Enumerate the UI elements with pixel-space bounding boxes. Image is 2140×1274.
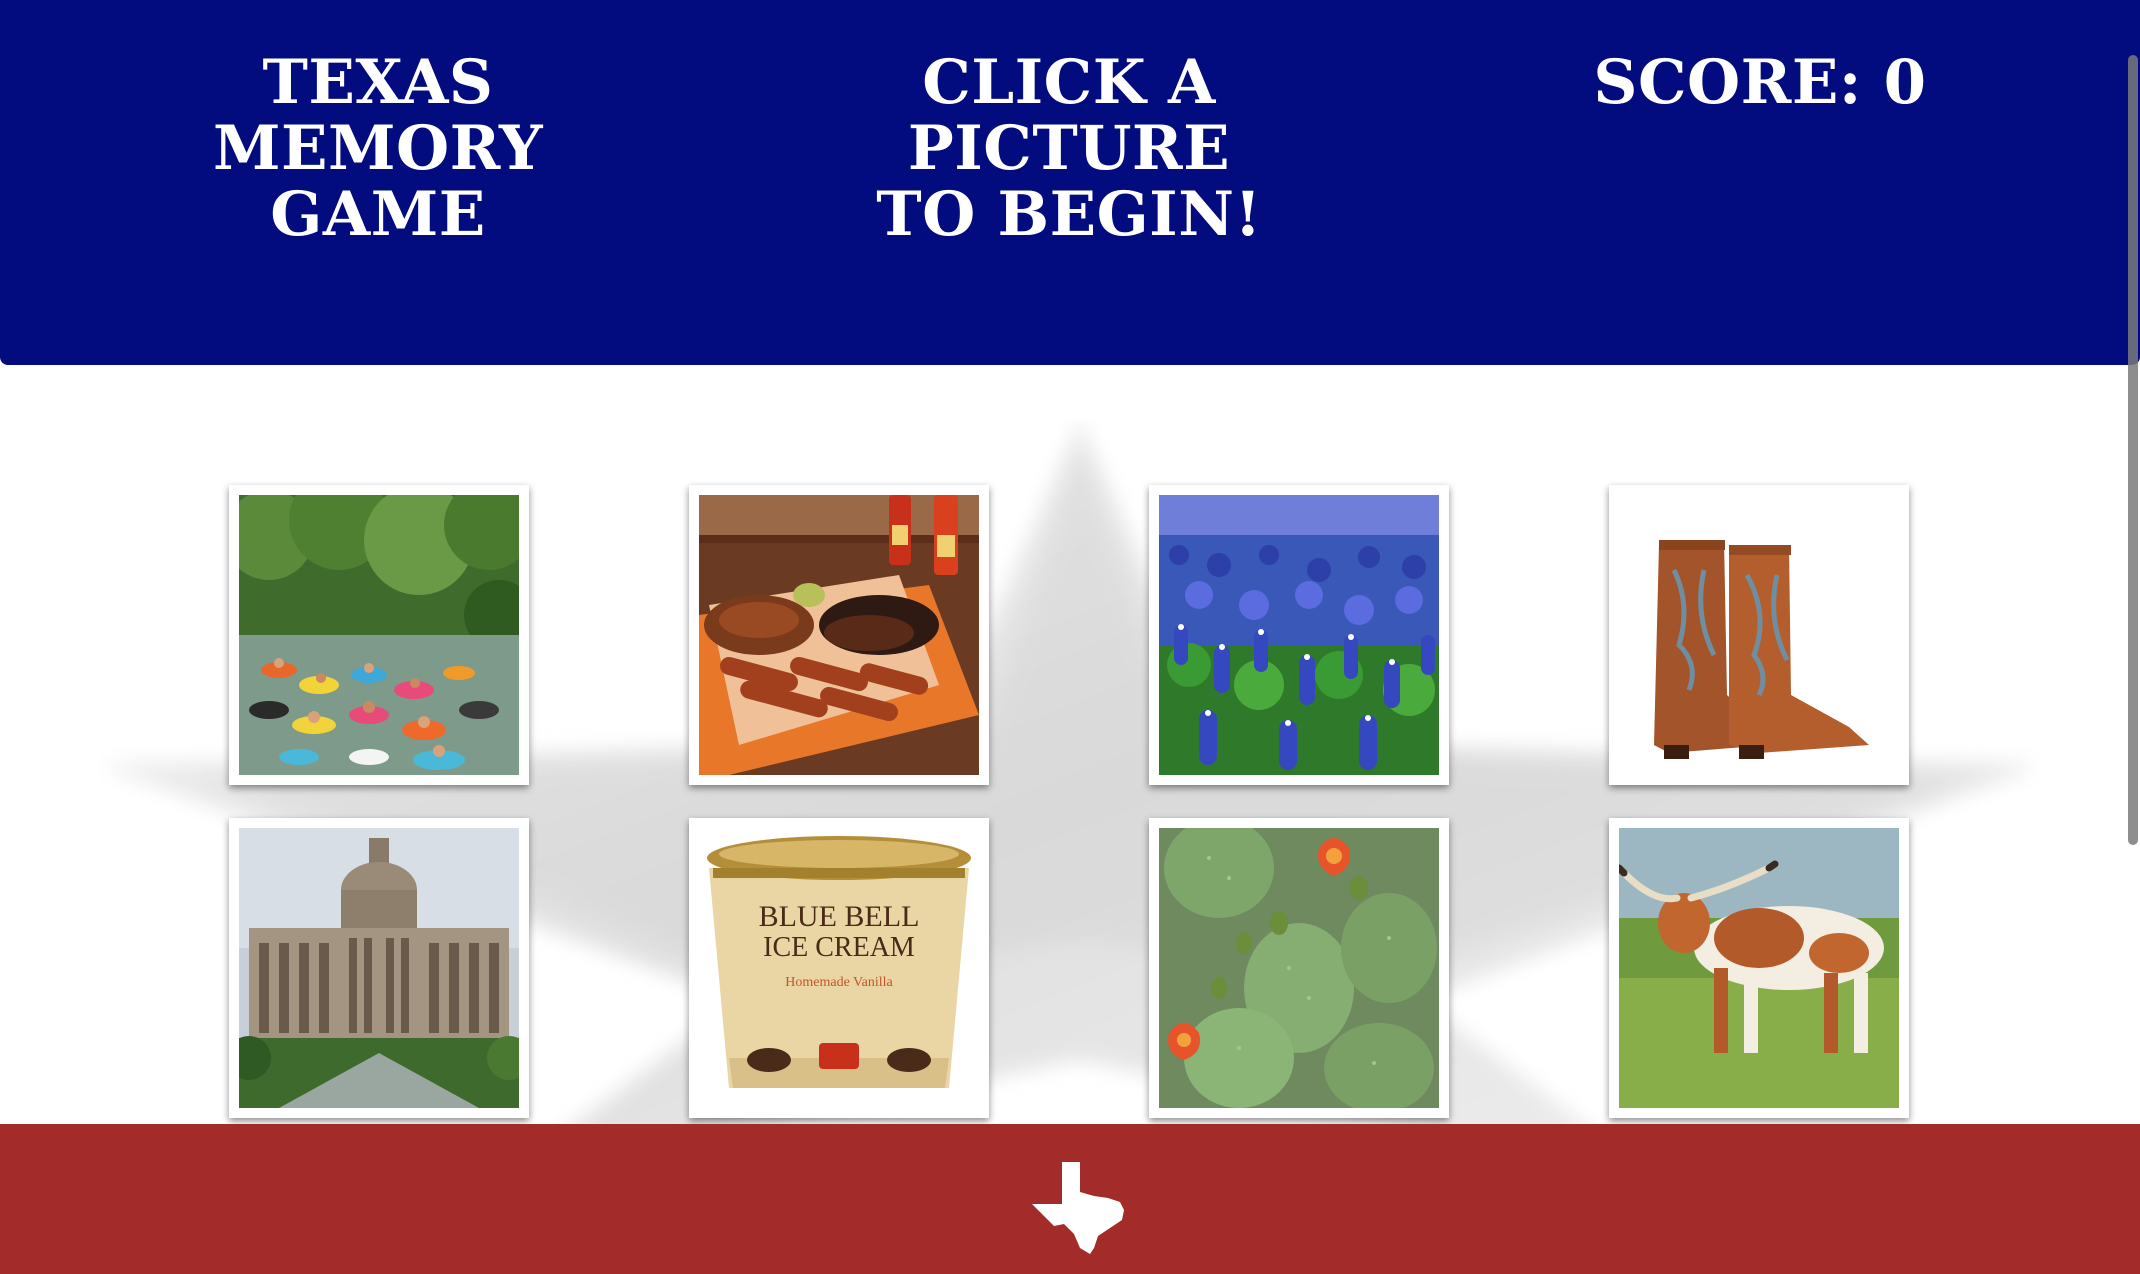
card-cowboy-boots[interactable]	[1609, 485, 1909, 785]
card-river-tubing[interactable]	[229, 485, 529, 785]
game-title: TEXAS MEMORY GAME	[98, 50, 658, 248]
header-bar: TEXAS MEMORY GAME CLICK A PICTURE TO BEG…	[0, 0, 2140, 365]
card-prickly-pear-cactus[interactable]	[1149, 818, 1449, 1118]
game-title-line-1: TEXAS MEMORY	[212, 47, 544, 184]
card-texas-bbq[interactable]	[689, 485, 989, 785]
blue-bell-ice-cream-image: BLUE BELL ICE CREAM Homemade Vanilla	[699, 828, 979, 1108]
svg-text:BLUE BELL: BLUE BELL	[759, 900, 920, 933]
card-bluebonnets[interactable]	[1149, 485, 1449, 785]
card-texas-longhorn[interactable]	[1609, 818, 1909, 1118]
river-tubing-image	[239, 495, 519, 775]
scrollbar-thumb[interactable]	[2128, 55, 2138, 845]
texas-longhorn-image	[1619, 828, 1899, 1108]
page-scrollbar[interactable]	[2126, 55, 2140, 855]
status-message-line-2: TO BEGIN!	[876, 179, 1262, 250]
cowboy-boots-image	[1619, 495, 1899, 775]
texas-state-icon	[1032, 1162, 1124, 1254]
texas-capitol-image	[239, 828, 519, 1108]
score-display: SCORE: 0	[1593, 47, 1927, 118]
bbq-plate-image	[699, 495, 979, 775]
game-title-line-2: GAME	[270, 179, 486, 250]
prickly-pear-cactus-image	[1159, 828, 1439, 1108]
card-texas-capitol[interactable]	[229, 818, 529, 1118]
svg-text:Homemade Vanilla: Homemade Vanilla	[785, 975, 893, 990]
memory-game-page: TEXAS MEMORY GAME CLICK A PICTURE TO BEG…	[0, 0, 2140, 1274]
status-message-line-1: CLICK A PICTURE	[907, 47, 1231, 184]
bluebonnet-field-image	[1159, 495, 1439, 775]
status-message: CLICK A PICTURE TO BEGIN!	[789, 50, 1349, 248]
card-blue-bell-ice-cream[interactable]: BLUE BELL ICE CREAM Homemade Vanilla	[689, 818, 989, 1118]
svg-text:ICE CREAM: ICE CREAM	[763, 932, 915, 963]
